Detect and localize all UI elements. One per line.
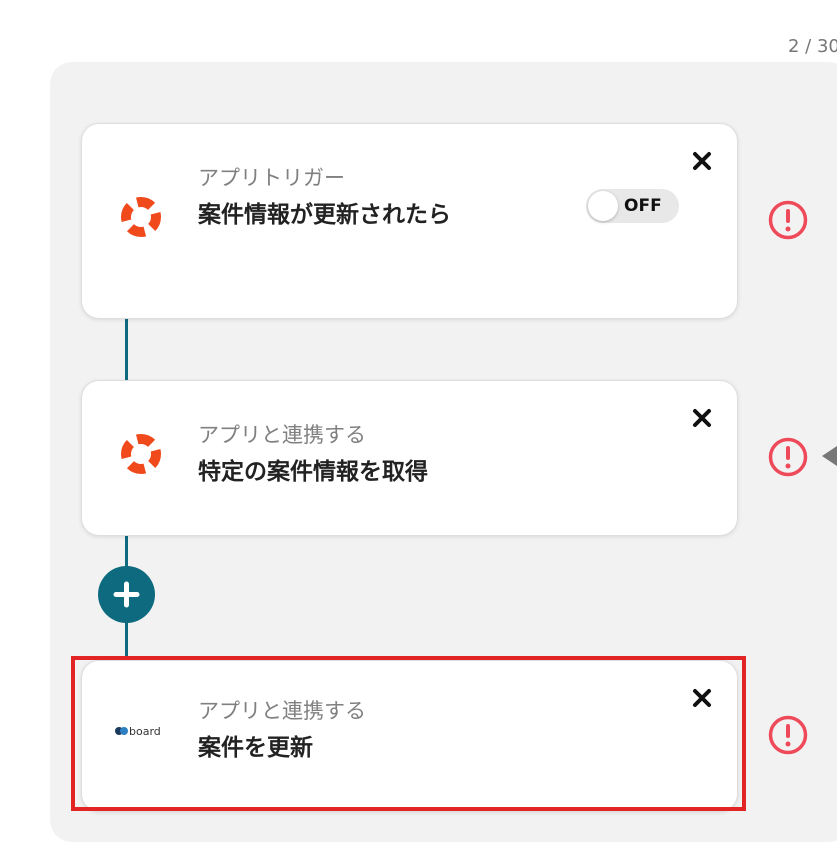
- step-type-label: アプリと連携する: [198, 423, 366, 447]
- flow-step-trigger[interactable]: アプリトリガー 案件情報が更新されたら OFF: [81, 123, 738, 319]
- warning-icon[interactable]: [768, 437, 808, 477]
- step-title: 特定の案件情報を取得: [198, 459, 428, 485]
- warning-icon[interactable]: [768, 200, 808, 240]
- close-icon[interactable]: [691, 407, 713, 429]
- step-title: 案件情報が更新されたら: [198, 202, 451, 228]
- flow-step-get-info[interactable]: アプリと連携する 特定の案件情報を取得: [81, 380, 738, 536]
- flow-connector: [125, 318, 128, 380]
- plus-icon: [113, 581, 140, 608]
- lifebuoy-icon: [120, 433, 162, 479]
- close-icon[interactable]: [691, 150, 713, 172]
- lifebuoy-icon: [120, 196, 162, 242]
- caret-left-icon[interactable]: [822, 446, 837, 466]
- step-type-label: アプリトリガー: [198, 166, 345, 190]
- add-step-button[interactable]: [98, 566, 155, 623]
- warning-icon[interactable]: [768, 715, 808, 755]
- toggle-label: OFF: [624, 196, 662, 216]
- toggle-knob: [588, 191, 618, 221]
- step-counter: 2 / 30: [788, 36, 837, 57]
- trigger-toggle[interactable]: OFF: [586, 189, 679, 223]
- highlight-box: [71, 656, 746, 811]
